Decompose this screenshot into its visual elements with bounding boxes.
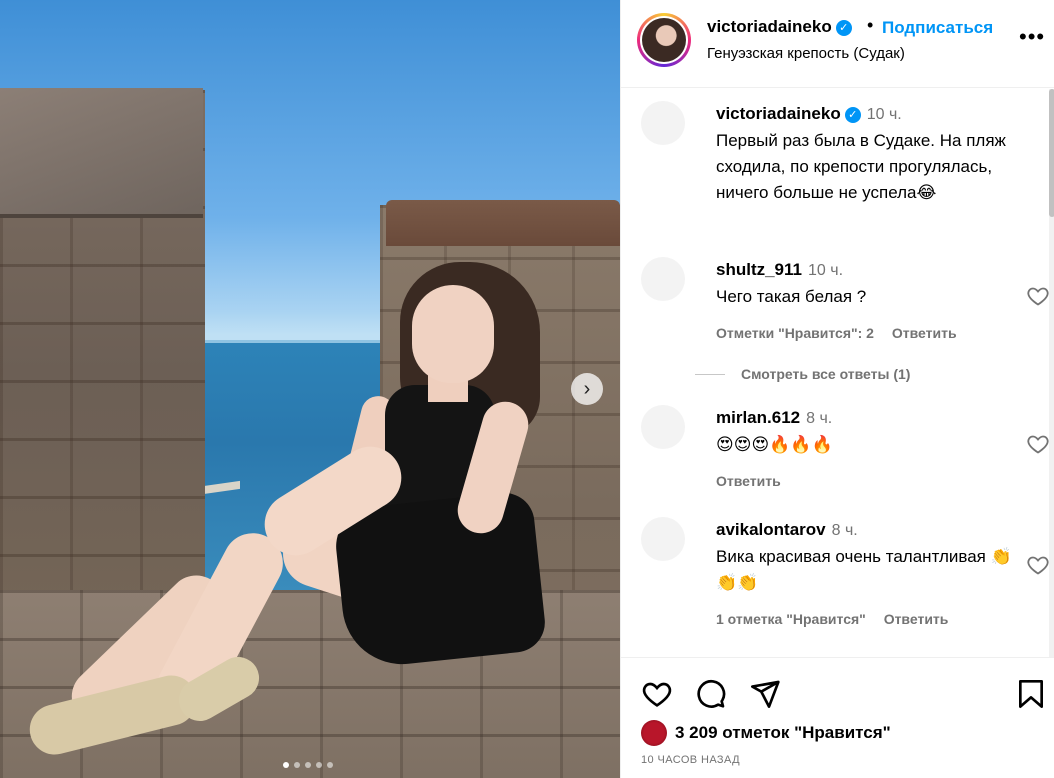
like-heart-icon[interactable] xyxy=(641,678,673,710)
likes-summary[interactable]: 3 209 отметок "Нравится" xyxy=(641,720,891,746)
comment-username[interactable]: shultz_911 xyxy=(716,260,802,279)
like-comment-heart-icon[interactable] xyxy=(1026,432,1050,456)
carousel-dot xyxy=(316,762,322,768)
location-link[interactable]: Генуэзская крепость (Судак) xyxy=(707,45,905,62)
post-photo[interactable]: › xyxy=(0,0,620,778)
reply-button[interactable]: Ответить xyxy=(884,611,949,627)
post-side-panel: victoriadaineko ✓ • Подписаться Генуэзска… xyxy=(620,0,1054,778)
verified-badge-icon: ✓ xyxy=(844,107,861,123)
chevron-right-icon: › xyxy=(583,377,591,400)
woman-face xyxy=(412,285,494,383)
carousel-dots xyxy=(283,762,333,768)
comment-bubble-icon[interactable] xyxy=(695,678,727,710)
author-avatar-story-ring[interactable] xyxy=(637,13,691,67)
carousel-dot xyxy=(283,762,289,768)
reply-button[interactable]: Ответить xyxy=(892,325,957,341)
view-all-replies-label[interactable]: Смотреть все ответы (1) xyxy=(741,366,910,382)
comment-time[interactable]: 8 ч. xyxy=(832,522,858,539)
caption-username[interactable]: victoriadaineko xyxy=(716,104,841,123)
caption-time[interactable]: 10 ч. xyxy=(867,106,902,123)
author-username-text[interactable]: victoriadaineko xyxy=(707,17,832,36)
avatar[interactable] xyxy=(641,257,685,301)
post-header: victoriadaineko ✓ • Подписаться Генуэзска… xyxy=(621,0,1054,88)
instagram-post-dialog: › victoriadaineko ✓ • Подписаться Генуэзс… xyxy=(0,0,1054,778)
share-paper-plane-icon[interactable] xyxy=(749,678,781,710)
comments-list[interactable]: victoriadaineko ✓ 10 ч. Первый раз была в … xyxy=(621,89,1054,657)
verified-badge-icon: ✓ xyxy=(835,20,852,36)
comment-likes-count[interactable]: 1 отметка "Нравится" xyxy=(716,611,866,627)
fortress-merlon-left xyxy=(0,88,203,218)
like-comment-heart-icon[interactable] xyxy=(1026,284,1050,308)
comment-text: 😍😍😍🔥🔥🔥 xyxy=(716,435,833,454)
post-timestamp[interactable]: 10 ЧАСОВ НАЗАД xyxy=(641,754,740,766)
carousel-dot xyxy=(294,762,300,768)
avatar[interactable] xyxy=(641,101,685,145)
comment-time[interactable]: 8 ч. xyxy=(806,410,832,427)
avatar xyxy=(642,18,686,62)
separator-bullet: • xyxy=(867,15,874,35)
more-options-icon[interactable]: ••• xyxy=(1019,24,1045,50)
view-all-replies-button[interactable]: Смотреть все ответы (1) xyxy=(695,366,910,382)
reply-button[interactable]: Ответить xyxy=(716,473,781,489)
follow-button[interactable]: Подписаться xyxy=(882,18,993,38)
like-comment-heart-icon[interactable] xyxy=(1026,553,1050,577)
avatar xyxy=(641,720,667,746)
comment-time[interactable]: 10 ч. xyxy=(808,262,843,279)
save-bookmark-icon[interactable] xyxy=(1015,678,1047,710)
comment-username[interactable]: mirlan.612 xyxy=(716,408,800,427)
fortress-merlon-right xyxy=(386,200,620,246)
comment-likes-count[interactable]: Отметки "Нравится": 2 xyxy=(716,325,874,341)
next-slide-button[interactable]: › xyxy=(571,373,603,405)
likes-count[interactable]: 3 209 отметок "Нравится" xyxy=(675,723,891,743)
post-actions-bar: 3 209 отметок "Нравится" 10 ЧАСОВ НАЗАД xyxy=(621,657,1054,778)
carousel-dot xyxy=(327,762,333,768)
avatar[interactable] xyxy=(641,405,685,449)
author-username[interactable]: victoriadaineko ✓ xyxy=(707,17,852,37)
replies-divider-line xyxy=(695,373,725,375)
comment-text: Вика красивая очень талантливая 👏👏👏 xyxy=(716,547,1012,592)
avatar[interactable] xyxy=(641,517,685,561)
caption-text: Первый раз была в Судаке. На пляж сходил… xyxy=(716,131,1006,202)
scrollbar-thumb[interactable] xyxy=(1049,89,1054,217)
comment-text: Чего такая белая ? xyxy=(716,287,867,306)
carousel-dot xyxy=(305,762,311,768)
comment-username[interactable]: avikalontarov xyxy=(716,520,826,539)
